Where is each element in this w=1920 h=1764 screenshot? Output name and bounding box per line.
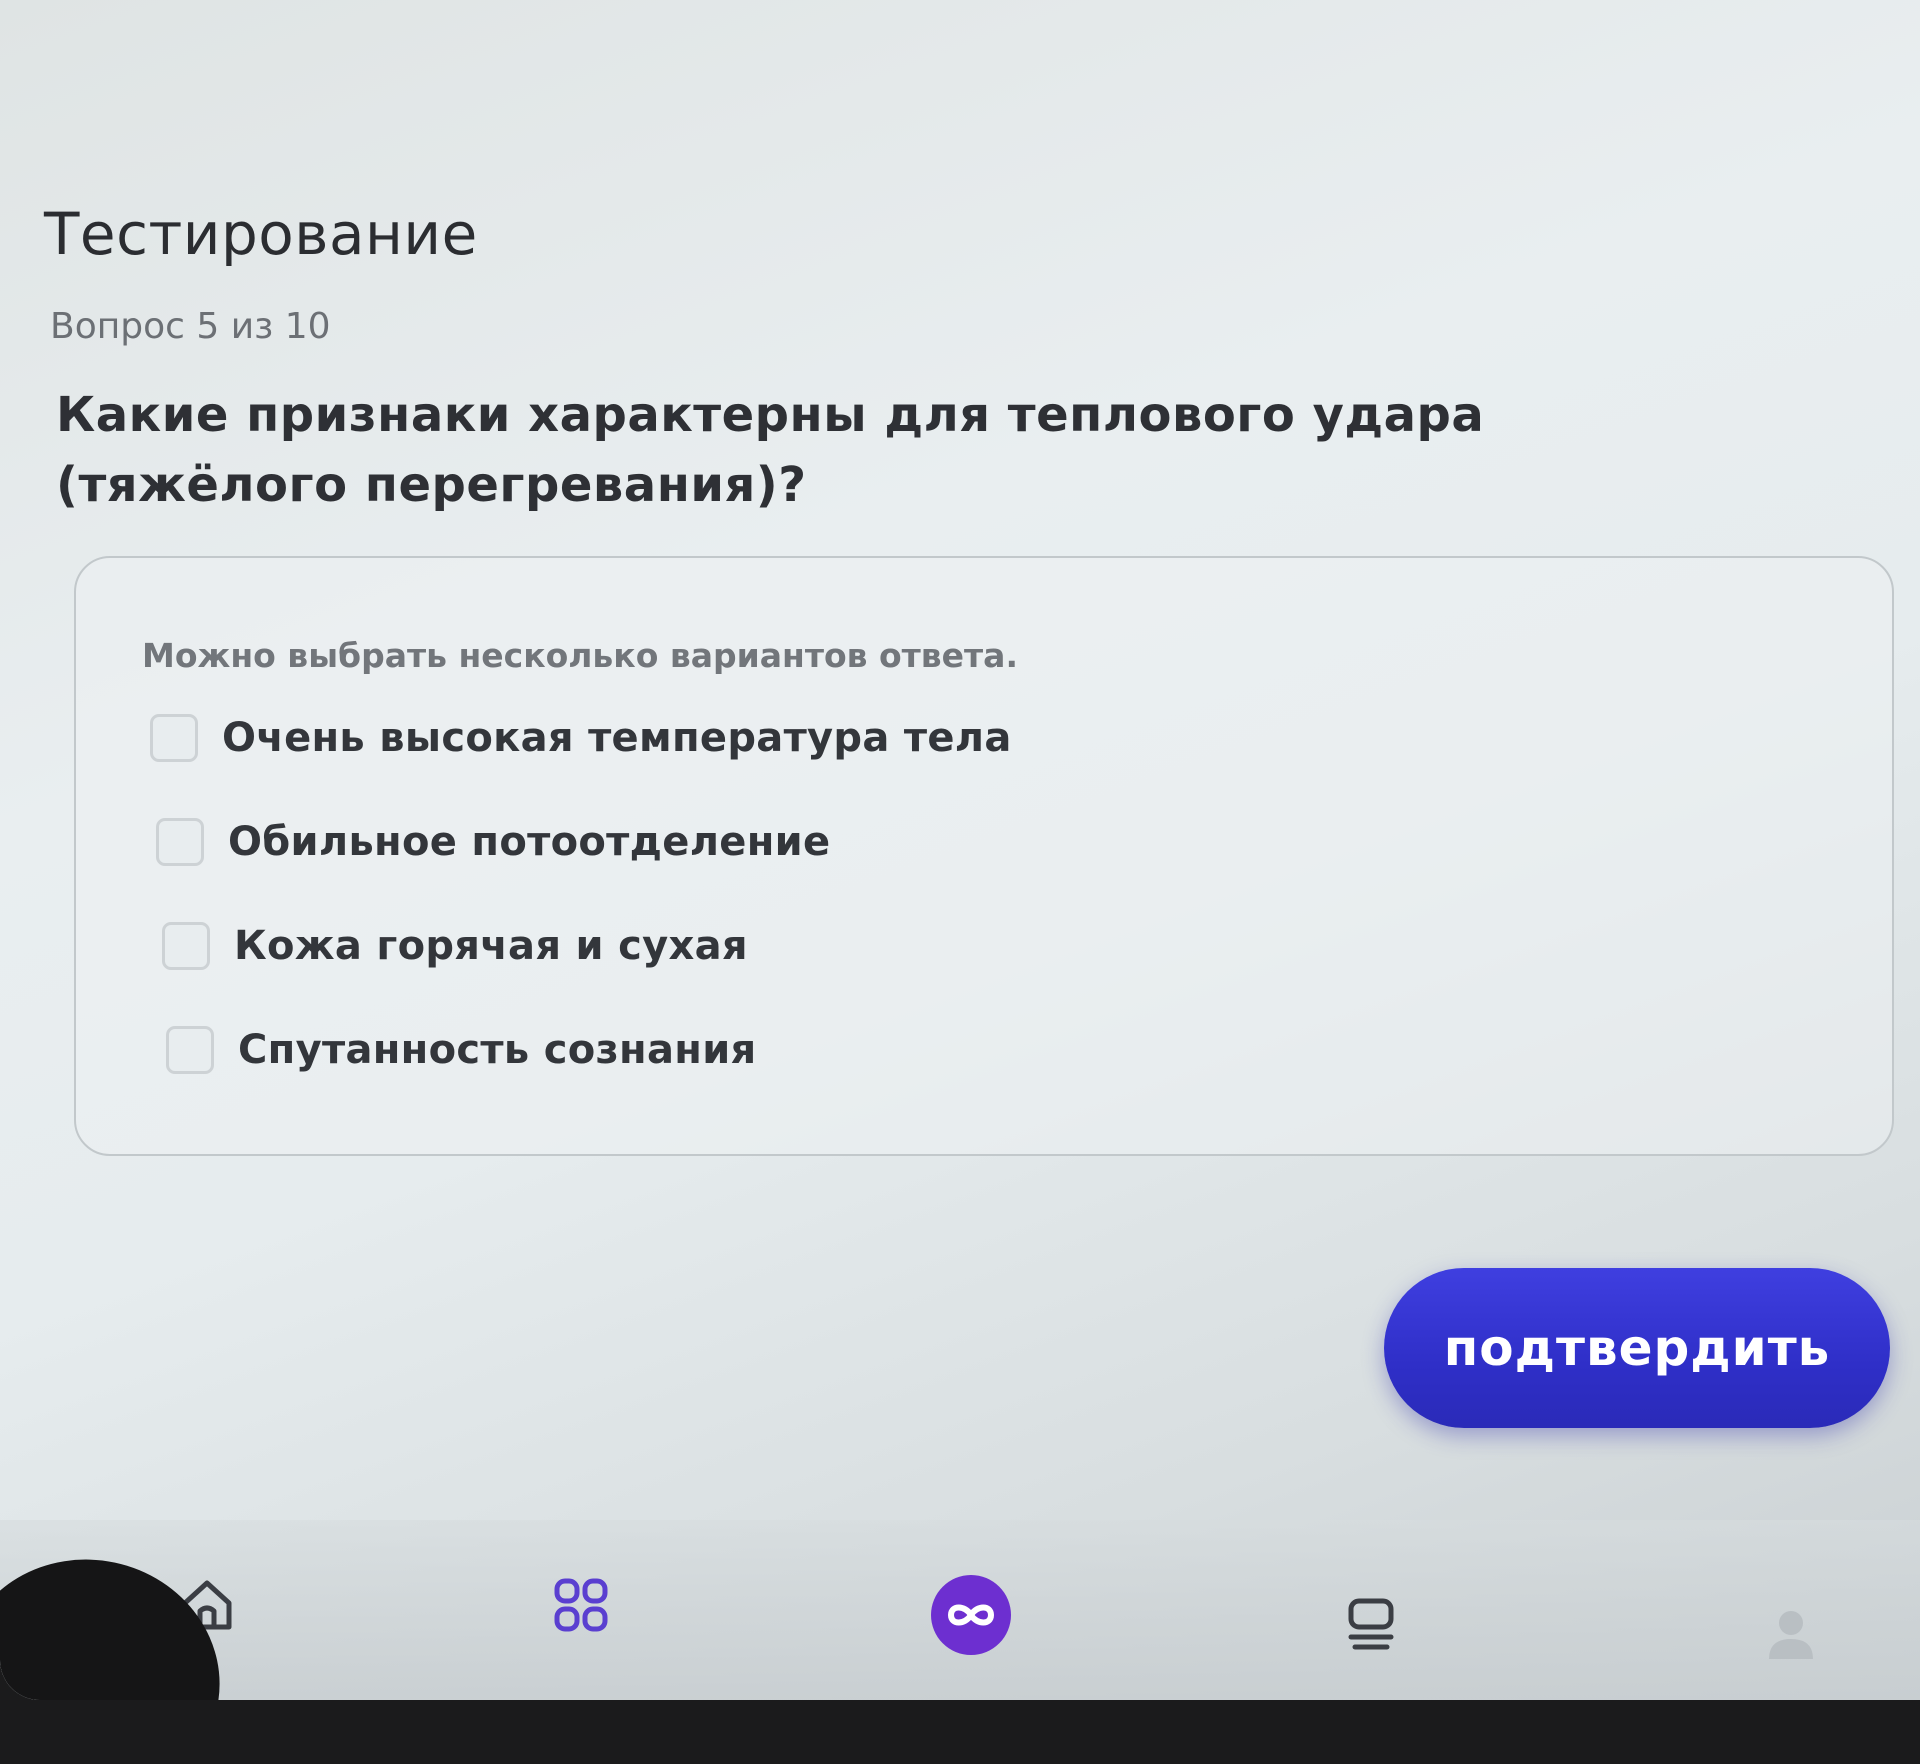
multi-select-hint: Можно выбрать несколько вариантов ответа… xyxy=(142,636,1018,675)
answer-option[interactable]: Обильное потоотделение xyxy=(156,812,830,872)
nav-profile[interactable] xyxy=(1746,1590,1836,1680)
grid-icon xyxy=(554,1578,608,1632)
nav-list[interactable] xyxy=(1326,1580,1416,1670)
answer-checkbox[interactable] xyxy=(150,714,198,762)
answer-checkbox[interactable] xyxy=(156,818,204,866)
nav-catalog[interactable] xyxy=(536,1560,626,1650)
answer-label: Кожа горячая и сухая xyxy=(234,923,748,969)
answer-label: Обильное потоотделение xyxy=(228,819,831,865)
answer-option[interactable]: Кожа горячая и сухая xyxy=(162,916,748,976)
nav-main-badge xyxy=(931,1575,1011,1655)
answer-label: Спутанность сознания xyxy=(238,1027,757,1073)
confirm-button[interactable]: подтвердить xyxy=(1384,1268,1890,1428)
infinity-icon xyxy=(947,1604,995,1626)
answer-checkbox[interactable] xyxy=(162,922,210,970)
answer-checkbox[interactable] xyxy=(166,1026,214,1074)
answer-option[interactable]: Очень высокая температура тела xyxy=(150,708,1012,768)
list-icon xyxy=(1348,1598,1394,1650)
answers-card: Можно выбрать несколько вариантов ответа… xyxy=(74,556,1894,1156)
question-counter: Вопрос 5 из 10 xyxy=(50,306,331,347)
profile-icon xyxy=(1769,1611,1813,1659)
page-title: Тестирование xyxy=(44,200,478,268)
question-text: Какие признаки характерны для теплового … xyxy=(56,387,1485,513)
answer-option[interactable]: Спутанность сознания xyxy=(166,1020,757,1080)
bottom-nav xyxy=(0,1520,1920,1700)
nav-main[interactable] xyxy=(926,1570,1016,1660)
answer-label: Очень высокая температура тела xyxy=(222,715,1012,761)
app-screen: Тестирование Вопрос 5 из 10 Какие призна… xyxy=(0,0,1920,1700)
